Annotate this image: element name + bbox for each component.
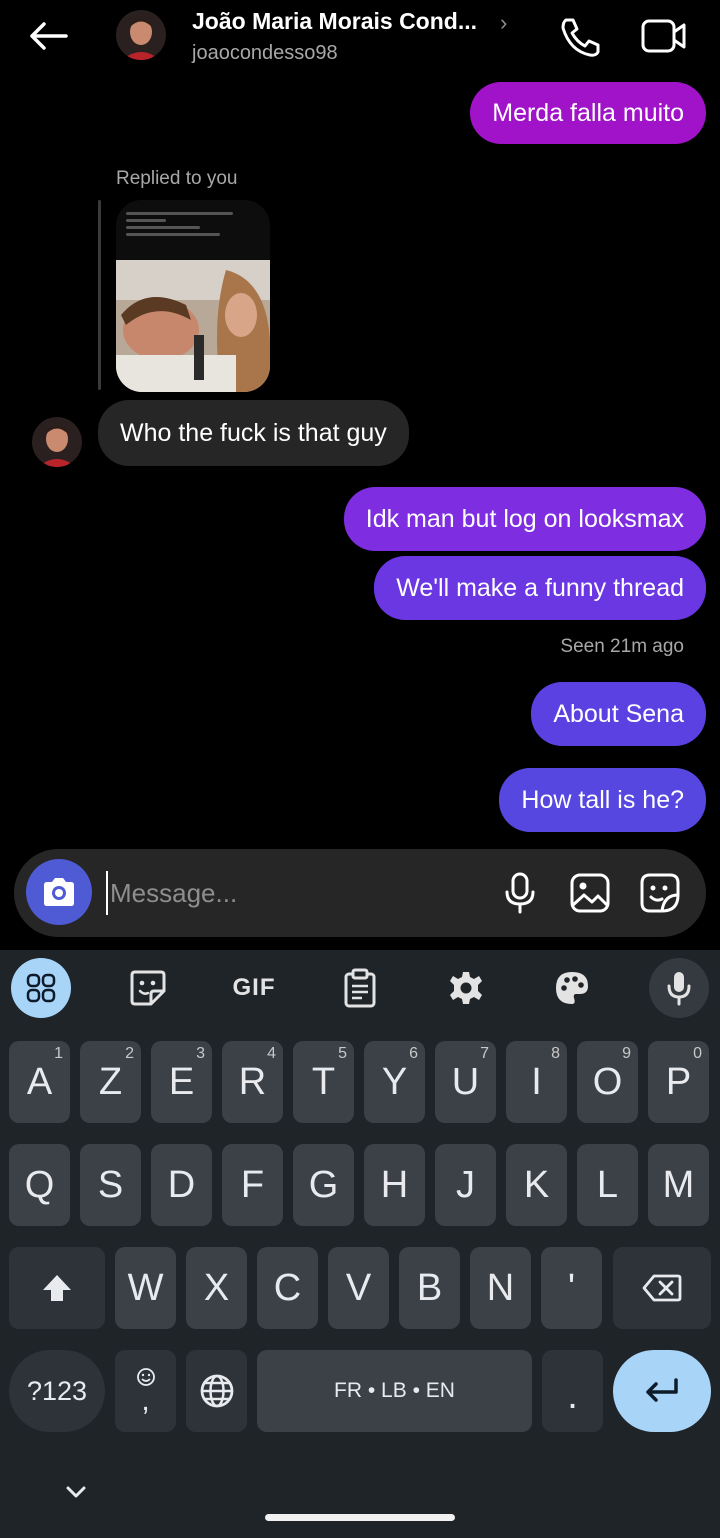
enter-key[interactable] (613, 1350, 711, 1432)
voice-message-button[interactable] (500, 871, 540, 915)
apps-button[interactable] (11, 958, 71, 1018)
key-v[interactable]: V (328, 1247, 389, 1329)
language-key[interactable] (186, 1350, 247, 1432)
message-input[interactable] (106, 871, 486, 915)
key-s[interactable]: S (80, 1144, 141, 1226)
key-n[interactable]: N (470, 1247, 531, 1329)
key-e[interactable]: E3 (151, 1041, 212, 1123)
video-call-button[interactable] (638, 14, 690, 58)
video-camera-icon (641, 19, 686, 53)
contact-username[interactable]: joaocondesso98 (192, 42, 338, 65)
seen-status: Seen 21m ago (560, 636, 684, 657)
sender-avatar[interactable] (32, 417, 82, 467)
key-f[interactable]: F (222, 1144, 283, 1226)
shift-key[interactable] (9, 1247, 105, 1329)
key-q[interactable]: Q (9, 1144, 70, 1226)
key-x[interactable]: X (186, 1247, 247, 1329)
sticker-icon (640, 873, 680, 913)
key-j[interactable]: J (435, 1144, 496, 1226)
grid-icon (26, 973, 56, 1003)
thumbnail-header (116, 200, 270, 260)
sticker-icon (130, 970, 166, 1006)
period-key[interactable]: . (542, 1350, 603, 1432)
key-y[interactable]: Y6 (364, 1041, 425, 1123)
key-w[interactable]: W (115, 1247, 176, 1329)
microphone-icon (667, 972, 691, 1006)
voice-call-button[interactable] (556, 14, 604, 58)
chat-header: João Maria Morais Cond... › joaocondesso… (0, 0, 720, 80)
voice-input-button[interactable] (649, 958, 709, 1018)
outgoing-message[interactable]: About Sena (531, 682, 706, 746)
emoji-sticker-button[interactable] (118, 958, 178, 1018)
symbols-key[interactable]: ?123 (9, 1350, 105, 1432)
message-composer (14, 849, 706, 937)
key-r[interactable]: R4 (222, 1041, 283, 1123)
gif-label: GIF (232, 974, 276, 1001)
shift-icon (43, 1275, 71, 1301)
chevron-right-icon[interactable]: › (500, 10, 507, 36)
phone-icon (561, 18, 600, 57)
globe-icon (200, 1374, 233, 1408)
enter-arrow-icon (646, 1378, 678, 1402)
key-p[interactable]: P0 (648, 1041, 709, 1123)
gif-button[interactable]: GIF (224, 958, 284, 1018)
incoming-message[interactable]: Who the fuck is that guy (98, 400, 409, 466)
key-t[interactable]: T5 (293, 1041, 354, 1123)
keyboard: GIF A 1 Z 2 E 3 R 4 T 5 Y 6 U 7 I 8 O 9 … (0, 950, 720, 1538)
backspace-key[interactable] (613, 1247, 711, 1329)
backspace-icon (642, 1274, 682, 1302)
image-icon (570, 873, 610, 913)
theme-button[interactable] (542, 958, 602, 1018)
comma-emoji-key[interactable]: , (115, 1350, 176, 1432)
key-c[interactable]: C (257, 1247, 318, 1329)
clipboard-button[interactable] (330, 958, 390, 1018)
key-a[interactable]: A1 (9, 1041, 70, 1123)
reply-indicator (98, 200, 101, 390)
key-d[interactable]: D (151, 1144, 212, 1226)
replied-story-thumbnail[interactable] (116, 200, 270, 392)
camera-button[interactable] (26, 859, 92, 925)
contact-avatar[interactable] (116, 10, 166, 60)
settings-button[interactable] (436, 958, 496, 1018)
outgoing-message[interactable]: How tall is he? (499, 768, 706, 832)
outgoing-message[interactable]: Idk man but log on looksmax (343, 487, 706, 551)
key-h[interactable]: H (364, 1144, 425, 1226)
reply-label: Replied to you (116, 168, 238, 189)
home-indicator[interactable] (265, 1514, 455, 1521)
key-z[interactable]: Z2 (80, 1041, 141, 1123)
key-u[interactable]: U7 (435, 1041, 496, 1123)
camera-icon (44, 878, 74, 906)
space-key[interactable]: FR • LB • EN (257, 1350, 532, 1432)
hide-keyboard-button[interactable] (62, 1480, 90, 1504)
key-g[interactable]: G (293, 1144, 354, 1226)
gallery-button[interactable] (568, 871, 612, 915)
arrow-left-icon (30, 22, 68, 50)
key-k[interactable]: K (506, 1144, 567, 1226)
clipboard-icon (344, 968, 376, 1008)
outgoing-message[interactable]: Merda falla muito (470, 82, 706, 144)
gear-icon (450, 972, 482, 1004)
key-m[interactable]: M (648, 1144, 709, 1226)
palette-icon (556, 972, 588, 1004)
key-l[interactable]: L (577, 1144, 638, 1226)
key-apostrophe[interactable]: ' (541, 1247, 602, 1329)
comma-label: , (141, 1384, 150, 1417)
contact-name[interactable]: João Maria Morais Cond... (192, 8, 477, 35)
chevron-down-icon (66, 1486, 86, 1498)
key-o[interactable]: O9 (577, 1041, 638, 1123)
keyboard-toolbar: GIF (0, 950, 720, 1028)
back-button[interactable] (24, 14, 72, 58)
story-photo (116, 260, 270, 392)
outgoing-message[interactable]: We'll make a funny thread (374, 556, 706, 620)
key-i[interactable]: I8 (506, 1041, 567, 1123)
sticker-button[interactable] (638, 871, 682, 915)
microphone-icon (505, 872, 535, 914)
key-b[interactable]: B (399, 1247, 460, 1329)
